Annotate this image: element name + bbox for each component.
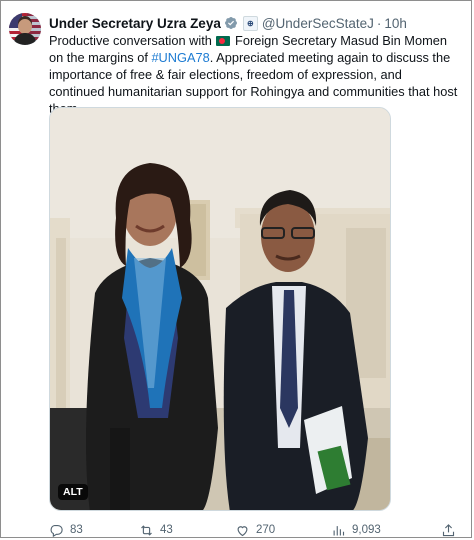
author-handle[interactable]: @UnderSecStateJ	[262, 16, 374, 31]
action-bar: 83 43 270 9,093	[49, 522, 463, 540]
verified-badge-icon	[224, 16, 238, 30]
meeting-photo-image	[50, 108, 390, 510]
heart-icon	[237, 525, 248, 536]
like-count: 270	[256, 524, 276, 536]
share-icon	[442, 523, 455, 536]
reply-button[interactable]: 83	[49, 522, 83, 538]
retweet-button[interactable]: 43	[139, 522, 173, 538]
avatar-torso	[14, 33, 36, 45]
avatar-head	[18, 19, 32, 34]
like-button[interactable]: 270	[235, 522, 275, 538]
avatar[interactable]	[9, 13, 41, 45]
share-button[interactable]	[441, 522, 462, 538]
bangladesh-flag-icon	[216, 36, 231, 46]
tweet-card[interactable]: Under Secretary Uzra Zeya ⊕ @UnderSecSta…	[0, 0, 472, 538]
hashtag-link[interactable]: #UNGA78	[151, 50, 209, 65]
affiliation-badge-icon[interactable]: ⊕	[242, 15, 258, 31]
reply-icon	[50, 524, 63, 537]
tweet-photo[interactable]: ALT	[49, 107, 391, 511]
views-button[interactable]: 9,093	[331, 522, 381, 538]
views-chart-icon	[333, 525, 345, 535]
retweet-icon	[141, 524, 152, 536]
retweet-count: 43	[160, 524, 173, 536]
tweet-text-part1: Productive conversation with	[49, 33, 216, 48]
reply-count: 83	[70, 524, 83, 536]
views-count: 9,093	[352, 524, 381, 536]
timestamp[interactable]: 10h	[384, 16, 407, 31]
tweet-text: Productive conversation with Foreign Sec…	[49, 32, 459, 117]
separator-dot: ·	[376, 15, 382, 31]
author-name[interactable]: Under Secretary Uzra Zeya	[49, 16, 221, 31]
tweet-header: Under Secretary Uzra Zeya ⊕ @UnderSecSta…	[49, 13, 461, 33]
alt-text-button[interactable]: ALT	[58, 484, 88, 500]
